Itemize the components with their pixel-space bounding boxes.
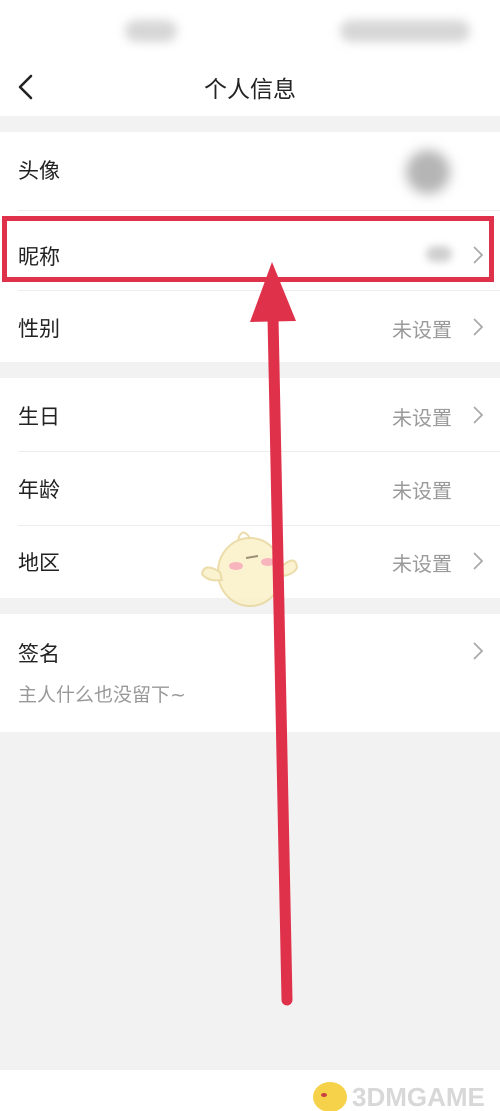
row-region-value: 未设置 bbox=[392, 552, 452, 576]
status-indicators-blurred bbox=[340, 20, 470, 42]
chevron-right-icon bbox=[473, 552, 484, 570]
status-time-blurred bbox=[125, 20, 177, 42]
row-birthday-label: 生日 bbox=[18, 405, 60, 429]
row-avatar-label: 头像 bbox=[18, 159, 60, 183]
divider bbox=[18, 210, 500, 211]
signature-value: 主人什么也没留下~ bbox=[18, 684, 186, 706]
nav-bar: 个人信息 bbox=[0, 60, 500, 116]
row-signature[interactable]: 签名 bbox=[0, 614, 500, 732]
divider bbox=[18, 290, 500, 291]
row-gender[interactable]: 性别 未设置 bbox=[0, 292, 500, 362]
nickname-highlight-box bbox=[2, 216, 494, 282]
page-title: 个人信息 bbox=[204, 77, 296, 103]
row-gender-value: 未设置 bbox=[392, 318, 452, 342]
row-age-value: 未设置 bbox=[392, 479, 452, 503]
site-watermark-logo: 3DMGAME bbox=[313, 1082, 485, 1111]
row-age-label: 年龄 bbox=[18, 478, 60, 502]
chevron-right-icon bbox=[473, 406, 484, 424]
chevron-right-icon bbox=[473, 642, 484, 660]
profile-section-signature: 签名 bbox=[0, 614, 500, 732]
row-avatar[interactable]: 头像 bbox=[0, 132, 500, 210]
row-region-label: 地区 bbox=[18, 551, 60, 575]
row-gender-label: 性别 bbox=[18, 317, 60, 341]
watermark-text: 3DMGAME bbox=[352, 1082, 485, 1111]
mascot-icon bbox=[200, 531, 298, 607]
status-bar bbox=[0, 0, 500, 60]
row-birthday-value: 未设置 bbox=[392, 406, 452, 430]
avatar[interactable] bbox=[406, 150, 450, 194]
row-signature-label: 签名 bbox=[18, 642, 60, 666]
row-birthday[interactable]: 生日 未设置 bbox=[0, 378, 500, 450]
chevron-right-icon bbox=[473, 318, 484, 336]
row-age: 年龄 未设置 bbox=[0, 452, 500, 524]
